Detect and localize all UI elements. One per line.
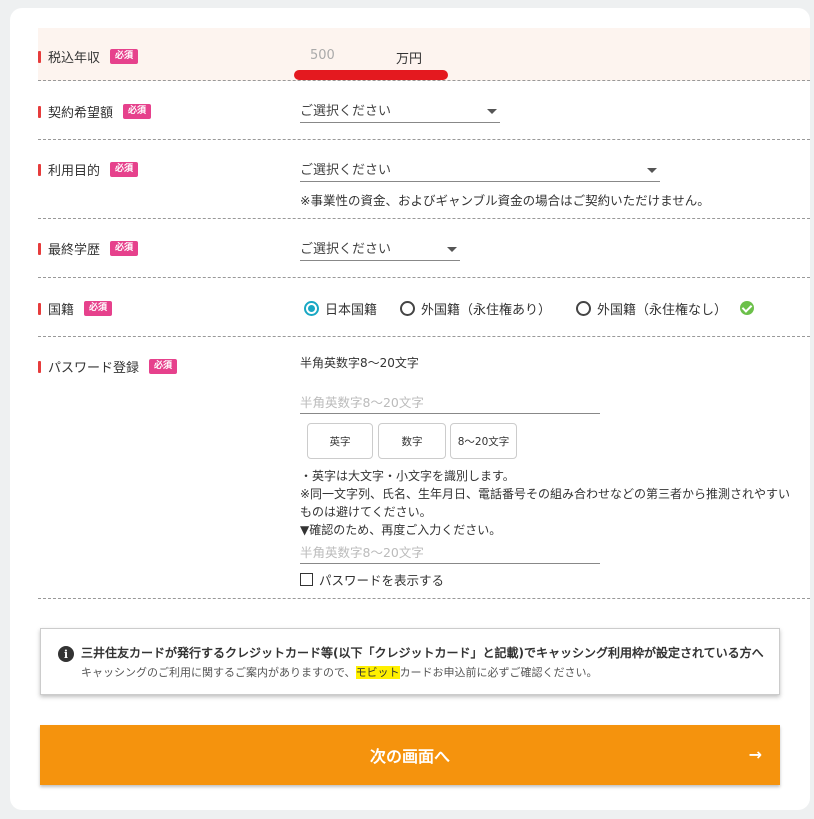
- password-row: パスワード登録 必須 半角英数字8～20文字 英字 数字 8～20文字 ・英字は…: [38, 337, 810, 599]
- select-placeholder: ご選択ください: [300, 163, 392, 178]
- info-body-pre: キャッシングのご利用に関するご案内がありますので、: [81, 666, 356, 679]
- password-confirm-input[interactable]: [300, 542, 600, 564]
- chevron-down-icon: [487, 109, 497, 114]
- info-body-highlight: モビット: [355, 666, 400, 679]
- show-password-label: パスワードを表示する: [319, 573, 445, 588]
- password-rules: ・英字は大文字・小文字を識別します。 ※同一文字列、氏名、生年月日、電話番号その…: [300, 467, 800, 539]
- required-badge: 必須: [110, 49, 139, 64]
- chip-numbers: 数字: [378, 423, 446, 459]
- required-badge: 必須: [110, 241, 139, 256]
- purpose-note: ※事業性の資金、およびギャンブル資金の場合はご契約いただけません。: [300, 193, 710, 208]
- radio-unchecked-icon: [576, 301, 591, 316]
- education-label-group: 最終学歴 必須: [38, 239, 139, 258]
- info-icon: i: [58, 646, 74, 662]
- purpose-select[interactable]: ご選択ください: [300, 159, 660, 182]
- radio-checked-icon: [304, 301, 319, 316]
- required-badge: 必須: [110, 162, 139, 177]
- education-row: 最終学歴 必須 ご選択ください: [38, 219, 810, 278]
- radio-label: 外国籍（永住権なし）: [597, 303, 728, 318]
- purpose-label: 利用目的: [48, 164, 101, 179]
- required-badge: 必須: [123, 104, 152, 119]
- password-rule-avoid: ※同一文字列、氏名、生年月日、電話番号その組み合わせなどの第三者から推測されやす…: [300, 487, 791, 519]
- checkbox-icon: [300, 573, 313, 586]
- required-badge: 必須: [149, 359, 178, 374]
- password-rule-case: ・英字は大文字・小文字を識別します。: [300, 469, 515, 483]
- radio-label: 外国籍（永住権あり）: [421, 303, 552, 318]
- form-card: 税込年収 必須 500 万円 契約希望額 必須 ご選択ください 利用目的 必須 …: [10, 8, 810, 810]
- select-placeholder: ご選択ください: [300, 242, 392, 257]
- password-label: パスワード登録: [48, 361, 140, 376]
- required-mark: [38, 242, 41, 255]
- nationality-row: 国籍 必須 日本国籍 外国籍（永住権あり） 外国籍（永住権なし）: [38, 278, 810, 337]
- radio-foreign-nonpermanent[interactable]: 外国籍（永住権なし）: [576, 299, 727, 318]
- education-label: 最終学歴: [48, 243, 101, 258]
- chevron-down-icon: [647, 168, 657, 173]
- contract-amount-row: 契約希望額 必須 ご選択ください: [38, 81, 810, 140]
- show-password-checkbox[interactable]: パスワードを表示する: [300, 570, 444, 589]
- purpose-label-group: 利用目的 必須: [38, 160, 139, 179]
- password-input[interactable]: [300, 392, 600, 414]
- password-label-group: パスワード登録 必須: [38, 357, 178, 376]
- redaction-mark: [294, 70, 448, 80]
- income-unit: 万円: [396, 52, 423, 67]
- chip-letters: 英字: [307, 423, 373, 459]
- contract-amount-select[interactable]: ご選択ください: [300, 100, 500, 123]
- required-mark: [38, 105, 41, 118]
- info-box: i 三井住友カードが発行するクレジットカード等(以下「クレジットカード」と記載)…: [40, 628, 780, 695]
- info-body: キャッシングのご利用に関するご案内がありますので、モビットカードお申込前に必ずご…: [81, 664, 598, 680]
- chevron-down-icon: [447, 247, 457, 252]
- arrow-right-icon: →: [748, 745, 762, 764]
- radio-foreign-permanent[interactable]: 外国籍（永住権あり）: [400, 299, 551, 318]
- required-badge: 必須: [84, 301, 113, 316]
- required-mark: [38, 163, 41, 176]
- password-hint: 半角英数字8～20文字: [300, 356, 419, 370]
- next-button[interactable]: 次の画面へ →: [40, 725, 780, 785]
- next-button-label: 次の画面へ: [369, 747, 450, 766]
- nationality-label-group: 国籍 必須: [38, 299, 113, 318]
- checkmark-icon: [740, 301, 754, 315]
- required-mark: [38, 50, 41, 63]
- nationality-label: 国籍: [48, 303, 75, 318]
- purpose-row: 利用目的 必須 ご選択ください ※事業性の資金、およびギャンブル資金の場合はご契…: [38, 140, 810, 219]
- radio-unchecked-icon: [400, 301, 415, 316]
- income-label: 税込年収: [48, 51, 101, 66]
- income-input[interactable]: 500: [310, 48, 335, 63]
- password-confirm-label: ▼確認のため、再度ご入力ください。: [300, 523, 502, 537]
- select-placeholder: ご選択ください: [300, 104, 392, 119]
- radio-label: 日本国籍: [325, 303, 378, 318]
- contract-amount-label-group: 契約希望額 必須: [38, 102, 152, 121]
- info-body-post: カードお申込前に必ずご確認ください。: [399, 666, 598, 679]
- radio-japanese[interactable]: 日本国籍: [304, 299, 377, 318]
- contract-amount-label: 契約希望額: [48, 106, 114, 121]
- info-title[interactable]: 三井住友カードが発行するクレジットカード等(以下「クレジットカード」と記載)でキ…: [81, 644, 764, 661]
- education-select[interactable]: ご選択ください: [300, 238, 460, 261]
- required-mark: [38, 360, 41, 373]
- income-label-group: 税込年収 必須: [38, 47, 139, 66]
- chip-length: 8～20文字: [450, 423, 517, 459]
- required-mark: [38, 302, 41, 315]
